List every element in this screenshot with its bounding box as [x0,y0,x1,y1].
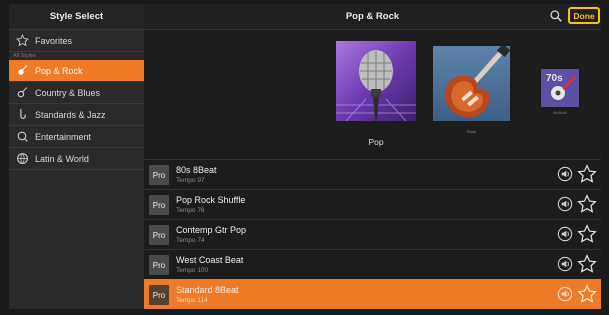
carousel-caption-art-rock: Art Rock [553,111,567,115]
favorite-star-icon[interactable] [577,164,597,184]
pro-badge: Pro [149,255,169,275]
pro-badge: Pro [149,225,169,245]
style-tempo: Tempo 97 [176,177,205,184]
style-name: 80s 8Beat [176,165,217,175]
preview-speaker-icon[interactable] [557,286,573,302]
style-name: Pop Rock Shuffle [176,195,246,205]
style-tempo: Tempo 100 [176,267,209,274]
art-rock-cover-art[interactable]: 70s [541,69,579,107]
sidebar-item-label: Latin & World [35,153,89,164]
sidebar-item-label: Standards & Jazz [35,109,106,120]
acoustic-guitar-icon [15,86,29,100]
sidebar-item-latin-world[interactable]: Latin & World [9,148,144,170]
style-row[interactable]: Pro Contemp Gtr Pop Tempo 74 [144,219,601,249]
main-panel: Pop & Rock Done 70s Pop Rock Art Rock Pr… [144,4,601,309]
svg-text:70s: 70s [546,73,563,84]
style-tempo: Tempo 74 [176,237,205,244]
pop-cover-art[interactable] [336,41,416,121]
party-icon [15,130,29,144]
sidebar-item-label: Favorites [35,35,73,46]
sidebar-item-label: Pop & Rock [35,65,83,76]
style-row-selected[interactable]: Pro Standard 8Beat Tempo 114 [144,279,601,309]
preview-speaker-icon[interactable] [557,196,573,212]
style-row[interactable]: Pro Pop Rock Shuffle Tempo 76 [144,189,601,219]
sidebar-item-country-blues[interactable]: Country & Blues [9,82,144,104]
sidebar-item-label: Country & Blues [35,87,101,98]
preview-speaker-icon[interactable] [557,226,573,242]
style-row[interactable]: Pro West Coast Beat Tempo 100 [144,249,601,279]
favorite-star-icon[interactable] [577,254,597,274]
carousel-caption-rock: Rock [466,129,477,134]
app-window: Style Select Favorites All Styles Pop & … [9,4,601,309]
sidebar-item-label: Entertainment [35,131,92,142]
sidebar-title: Style Select [9,4,144,30]
saxophone-icon [15,108,29,122]
category-carousel: 70s Pop Rock Art Rock [144,29,601,159]
carousel-caption-pop: Pop [368,137,384,147]
sidebar-item-entertainment[interactable]: Entertainment [9,126,144,148]
favorite-star-icon[interactable] [577,194,597,214]
search-icon[interactable] [549,9,563,23]
sidebar: Style Select Favorites All Styles Pop & … [9,4,144,309]
sidebar-item-standards-jazz[interactable]: Standards & Jazz [9,104,144,126]
pro-badge: Pro [149,285,169,305]
done-button[interactable]: Done [568,7,600,24]
preview-speaker-icon[interactable] [557,256,573,272]
favorite-star-icon[interactable] [577,284,597,304]
style-tempo: Tempo 76 [176,207,205,214]
sidebar-item-favorites[interactable]: Favorites [9,30,144,52]
preview-speaker-icon[interactable] [557,166,573,182]
star-icon [15,34,29,48]
page-title: Pop & Rock [345,11,400,22]
globe-icon [15,152,29,166]
style-name: Contemp Gtr Pop [176,225,247,235]
pro-badge: Pro [149,165,169,185]
guitar-icon [15,64,29,78]
style-row[interactable]: Pro 80s 8Beat Tempo 97 [144,159,601,189]
style-list: Pro 80s 8Beat Tempo 97 Pro Pop Rock Shuf… [144,159,601,309]
rock-cover-art[interactable] [433,46,510,121]
pro-badge: Pro [149,195,169,215]
all-styles-label: All Styles [9,52,144,60]
top-bar: Pop & Rock Done [144,4,601,30]
style-name: Standard 8Beat [176,285,239,295]
style-name: West Coast Beat [176,255,244,265]
sidebar-item-pop-rock[interactable]: Pop & Rock [9,60,144,82]
style-tempo: Tempo 114 [176,297,208,304]
favorite-star-icon[interactable] [577,224,597,244]
